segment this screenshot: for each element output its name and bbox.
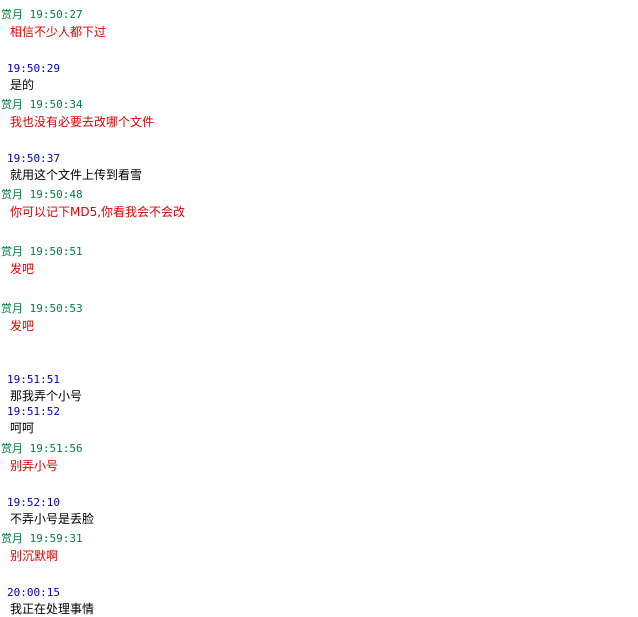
- message-time: 19:50:51: [29, 245, 83, 258]
- message-time: 19:51:56: [29, 442, 83, 455]
- message-time: 19:50:34: [29, 98, 83, 111]
- message-text: 是的: [10, 78, 35, 92]
- sender-name: 赏月: [1, 8, 23, 21]
- message-text: 那我弄个小号: [10, 389, 83, 403]
- message-header: 赏月 19:50:51: [1, 245, 83, 259]
- message-header: 20:00:15: [7, 586, 60, 600]
- message-text: 不弄小号是丢脸: [10, 512, 95, 526]
- message-text: 相信不少人都下过: [10, 25, 107, 39]
- message-text: 你可以记下MD5,你看我会不会改: [10, 205, 186, 219]
- message-time: 20:00:15: [7, 586, 60, 599]
- message-time: 19:50:48: [29, 188, 83, 201]
- message-header: 赏月 19:51:56: [1, 442, 83, 456]
- chat-log: 赏月 19:50:27 相信不少人都下过 19:50:29 是的 赏月 19:5…: [0, 0, 638, 617]
- message-text: 别弄小号: [10, 459, 59, 473]
- message-time: 19:50:27: [29, 8, 83, 21]
- message-time: 19:50:29: [7, 62, 60, 75]
- message-header: 赏月 19:50:27: [1, 8, 83, 22]
- message-text: 呵呵: [10, 421, 35, 435]
- sender-name: 赏月: [1, 442, 23, 455]
- message-header: 19:50:29: [7, 62, 60, 76]
- sender-name: 赏月: [1, 532, 23, 545]
- message-header: 19:51:52: [7, 405, 60, 419]
- message-time: 19:52:10: [7, 496, 60, 509]
- sender-name: 赏月: [1, 98, 23, 111]
- message-header: 赏月 19:50:53: [1, 302, 83, 316]
- message-time: 19:50:37: [7, 152, 60, 165]
- message-header: 19:51:51: [7, 373, 60, 387]
- message-text: 就用这个文件上传到看雪: [10, 168, 143, 182]
- message-text: 我也没有必要去改哪个文件: [10, 115, 155, 129]
- message-text: 别沉默啊: [10, 549, 59, 563]
- message-header: 赏月 19:50:34: [1, 98, 83, 112]
- sender-name: 赏月: [1, 302, 23, 315]
- message-header: 19:50:37: [7, 152, 60, 166]
- message-text: 发吧: [10, 262, 35, 276]
- message-header: 赏月 19:59:31: [1, 532, 83, 546]
- message-time: 19:50:53: [29, 302, 83, 315]
- message-header: 19:52:10: [7, 496, 60, 510]
- message-header: 赏月 19:50:48: [1, 188, 83, 202]
- message-time: 19:59:31: [29, 532, 83, 545]
- message-text: 发吧: [10, 319, 35, 333]
- sender-name: 赏月: [1, 188, 23, 201]
- message-time: 19:51:51: [7, 373, 60, 386]
- message-text: 我正在处理事情: [10, 602, 95, 616]
- message-time: 19:51:52: [7, 405, 60, 418]
- sender-name: 赏月: [1, 245, 23, 258]
